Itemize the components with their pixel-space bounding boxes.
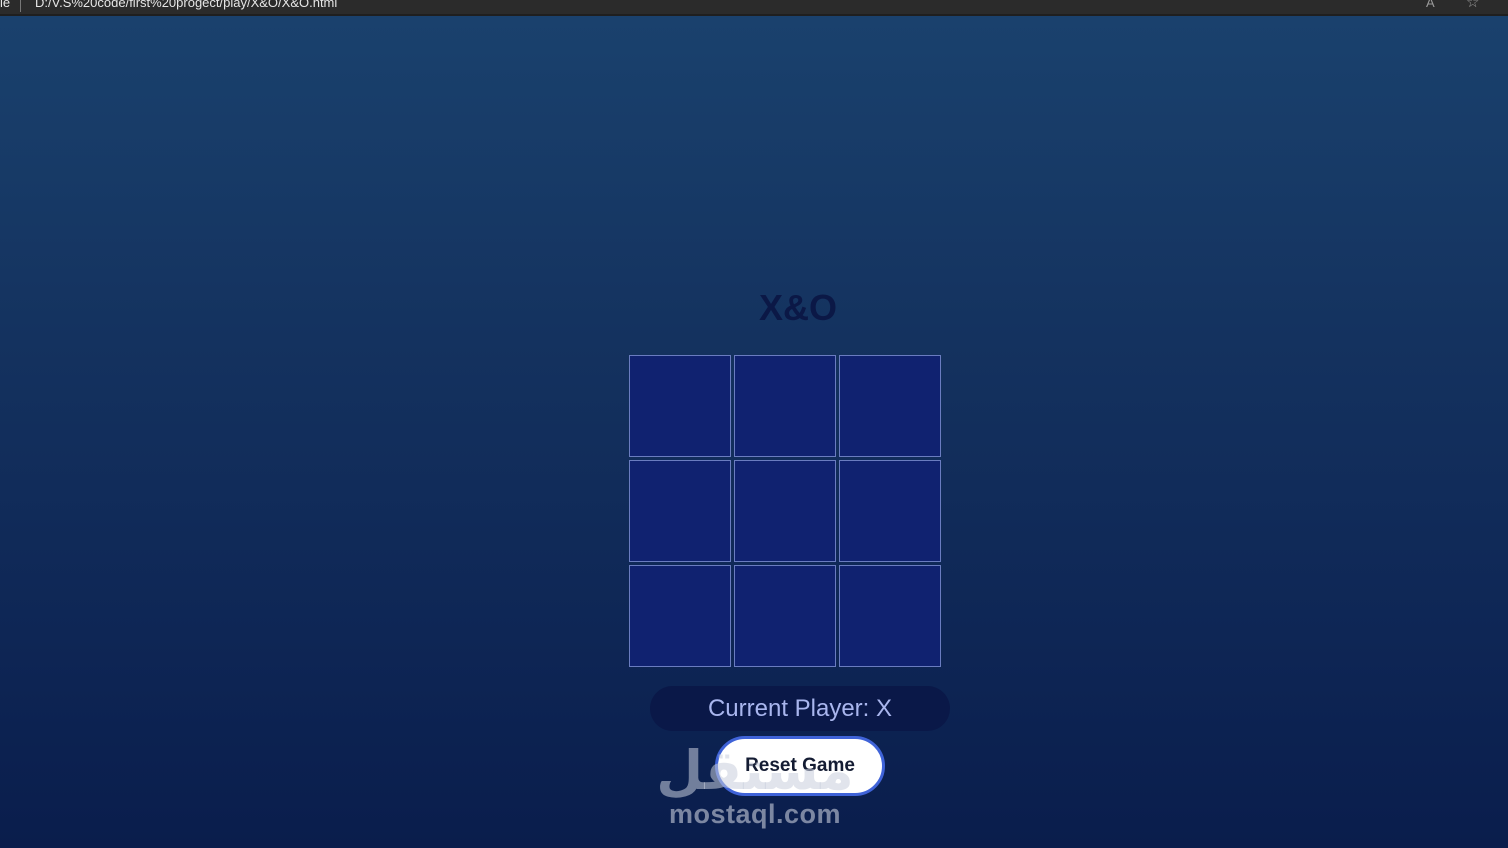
board-cell-6[interactable] bbox=[839, 460, 941, 562]
board-cell-8[interactable] bbox=[734, 565, 836, 667]
reset-game-button[interactable]: Reset Game bbox=[715, 736, 885, 796]
tab-title-fragment[interactable]: le bbox=[0, 0, 10, 10]
current-player-status: Current Player: X bbox=[650, 686, 950, 731]
board-cell-2[interactable] bbox=[734, 355, 836, 457]
board-cell-9[interactable] bbox=[839, 565, 941, 667]
read-aloud-icon[interactable]: A bbox=[1426, 0, 1435, 10]
board-cell-7[interactable] bbox=[629, 565, 731, 667]
browser-address-bar: le D:/V.S%20code/first%20progect/play/X&… bbox=[0, 0, 1508, 16]
current-player-text: Current Player: X bbox=[707, 694, 893, 722]
url-input[interactable]: D:/V.S%20code/first%20progect/play/X&O/X… bbox=[35, 0, 337, 10]
board-cell-1[interactable] bbox=[629, 355, 731, 457]
page-title: X&O bbox=[758, 287, 837, 328]
watermark-latin-text: mostaql.com bbox=[668, 799, 842, 829]
board-cell-5[interactable] bbox=[734, 460, 836, 562]
bookmark-star-icon[interactable]: ☆ bbox=[1466, 0, 1479, 10]
address-bar-divider bbox=[20, 0, 21, 12]
game-board bbox=[629, 355, 944, 670]
board-cell-4[interactable] bbox=[629, 460, 731, 562]
board-cell-3[interactable] bbox=[839, 355, 941, 457]
